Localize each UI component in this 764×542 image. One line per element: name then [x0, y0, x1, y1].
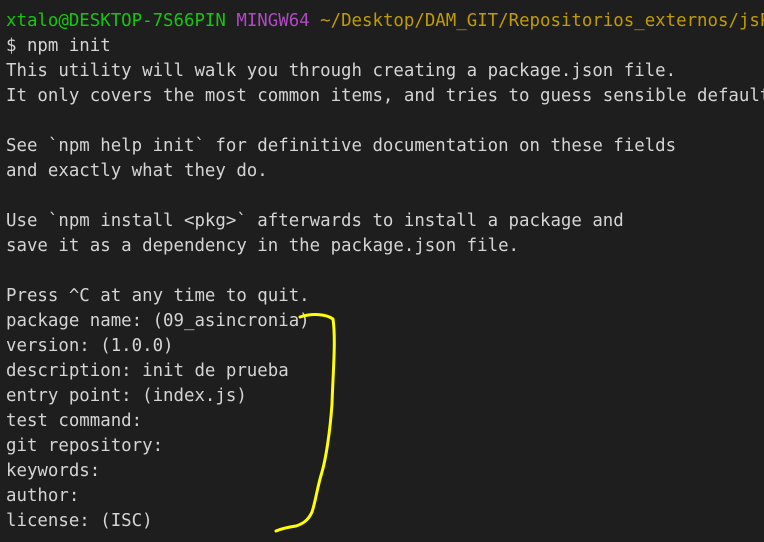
output-line: and exactly what they do. [6, 161, 268, 181]
description-prompt: description: init de prueba [6, 361, 289, 381]
output-line: Use `npm install <pkg>` afterwards to in… [6, 211, 624, 231]
author-prompt: author: [6, 486, 80, 506]
test-command-prompt: test command: [6, 411, 143, 431]
output-line: Press ^C at any time to quit. [6, 286, 310, 306]
terminal-window[interactable]: xtalo@DESKTOP-7S66PIN MINGW64 ~/Desktop/… [0, 0, 764, 542]
terminal-output: xtalo@DESKTOP-7S66PIN MINGW64 ~/Desktop/… [6, 9, 764, 534]
keywords-prompt: keywords: [6, 461, 101, 481]
entry-point-prompt: entry point: (index.js) [6, 386, 247, 406]
command-line: $ npm init [6, 36, 111, 56]
output-line: save it as a dependency in the package.j… [6, 236, 520, 256]
prompt-line: xtalo@DESKTOP-7S66PIN MINGW64 ~/Desktop/… [6, 9, 764, 34]
git-repository-prompt: git repository: [6, 436, 164, 456]
output-line: It only covers the most common items, an… [6, 86, 764, 106]
prompt-path: ~/Desktop/DAM_GIT/Repositorios_externos/… [320, 11, 764, 31]
prompt-user-host: xtalo@DESKTOP-7S66PIN [6, 11, 226, 31]
package-name-prompt: package name: (09_asincronia) [6, 311, 310, 331]
version-prompt: version: (1.0.0) [6, 336, 174, 356]
output-line: This utility will walk you through creat… [6, 61, 677, 81]
prompt-env: MINGW64 [236, 11, 310, 31]
license-prompt: license: (ISC) [6, 511, 153, 531]
output-line: See `npm help init` for definitive docum… [6, 136, 677, 156]
